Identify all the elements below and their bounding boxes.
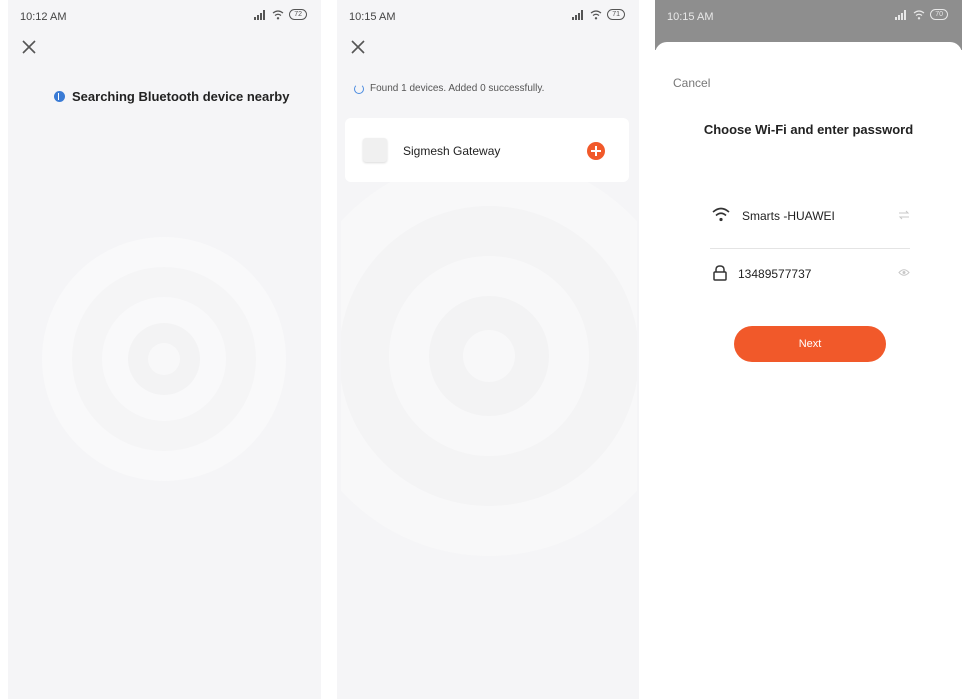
wifi-icon: [590, 9, 602, 19]
search-status-text: Searching Bluetooth device nearby: [72, 89, 290, 104]
signal-icon: [572, 9, 584, 20]
status-time: 10:15 AM: [667, 11, 714, 23]
signal-icon: [254, 9, 266, 20]
status-time: 10:12 AM: [20, 11, 67, 23]
screen-wifi-setup: 10:15 AM 70 Cancel Choose Wi-Fi and ente…: [655, 0, 962, 699]
wifi-name: Smarts -HUAWEI: [742, 209, 835, 223]
loading-spinner-icon: [354, 83, 364, 94]
wifi-icon: [913, 9, 925, 19]
screen-found-devices: 10:15 AM 71 Found 1 devices. Added 0 suc…: [337, 0, 639, 699]
status-time: 10:15 AM: [349, 11, 396, 23]
radar-rings: [42, 237, 286, 481]
status-bar: 10:12 AM 72: [8, 0, 321, 34]
screen-searching: 10:12 AM 72 Searching Bluetooth device n…: [8, 0, 321, 699]
status-bar: 10:15 AM 71: [337, 0, 639, 34]
radar-rings: [341, 180, 637, 556]
wifi-field[interactable]: Smarts -HUAWEI: [710, 200, 910, 230]
wifi-bottom-sheet: Cancel Choose Wi-Fi and enter password S…: [655, 42, 962, 699]
found-status-text: Found 1 devices. Added 0 successfully.: [370, 83, 545, 94]
device-name: Sigmesh Gateway: [403, 144, 501, 158]
battery-icon: 71: [607, 9, 625, 20]
sheet-title: Choose Wi-Fi and enter password: [703, 122, 914, 137]
battery-icon: 70: [930, 9, 948, 20]
field-divider: [710, 248, 910, 249]
bluetooth-icon: [54, 91, 65, 102]
password-value: 13489577737: [738, 267, 812, 281]
status-icons: 70: [895, 9, 948, 20]
device-card[interactable]: Sigmesh Gateway: [345, 118, 629, 182]
switch-network-icon[interactable]: [898, 210, 910, 220]
found-status: Found 1 devices. Added 0 successfully.: [354, 83, 544, 94]
eye-icon[interactable]: [898, 268, 910, 277]
add-device-button[interactable]: [587, 142, 605, 160]
password-field[interactable]: 13489577737: [710, 258, 910, 288]
signal-icon: [895, 9, 907, 20]
wifi-icon: [712, 207, 730, 222]
status-icons: 71: [572, 9, 625, 20]
device-thumbnail: [363, 138, 387, 162]
close-icon[interactable]: [347, 36, 369, 58]
status-icons: 72: [254, 9, 307, 20]
lock-icon: [713, 265, 727, 281]
search-status: Searching Bluetooth device nearby: [54, 89, 289, 104]
wifi-icon: [272, 9, 284, 19]
close-icon[interactable]: [18, 36, 40, 58]
cancel-button[interactable]: Cancel: [673, 76, 710, 90]
battery-icon: 72: [289, 9, 307, 20]
next-button[interactable]: Next: [734, 326, 886, 362]
